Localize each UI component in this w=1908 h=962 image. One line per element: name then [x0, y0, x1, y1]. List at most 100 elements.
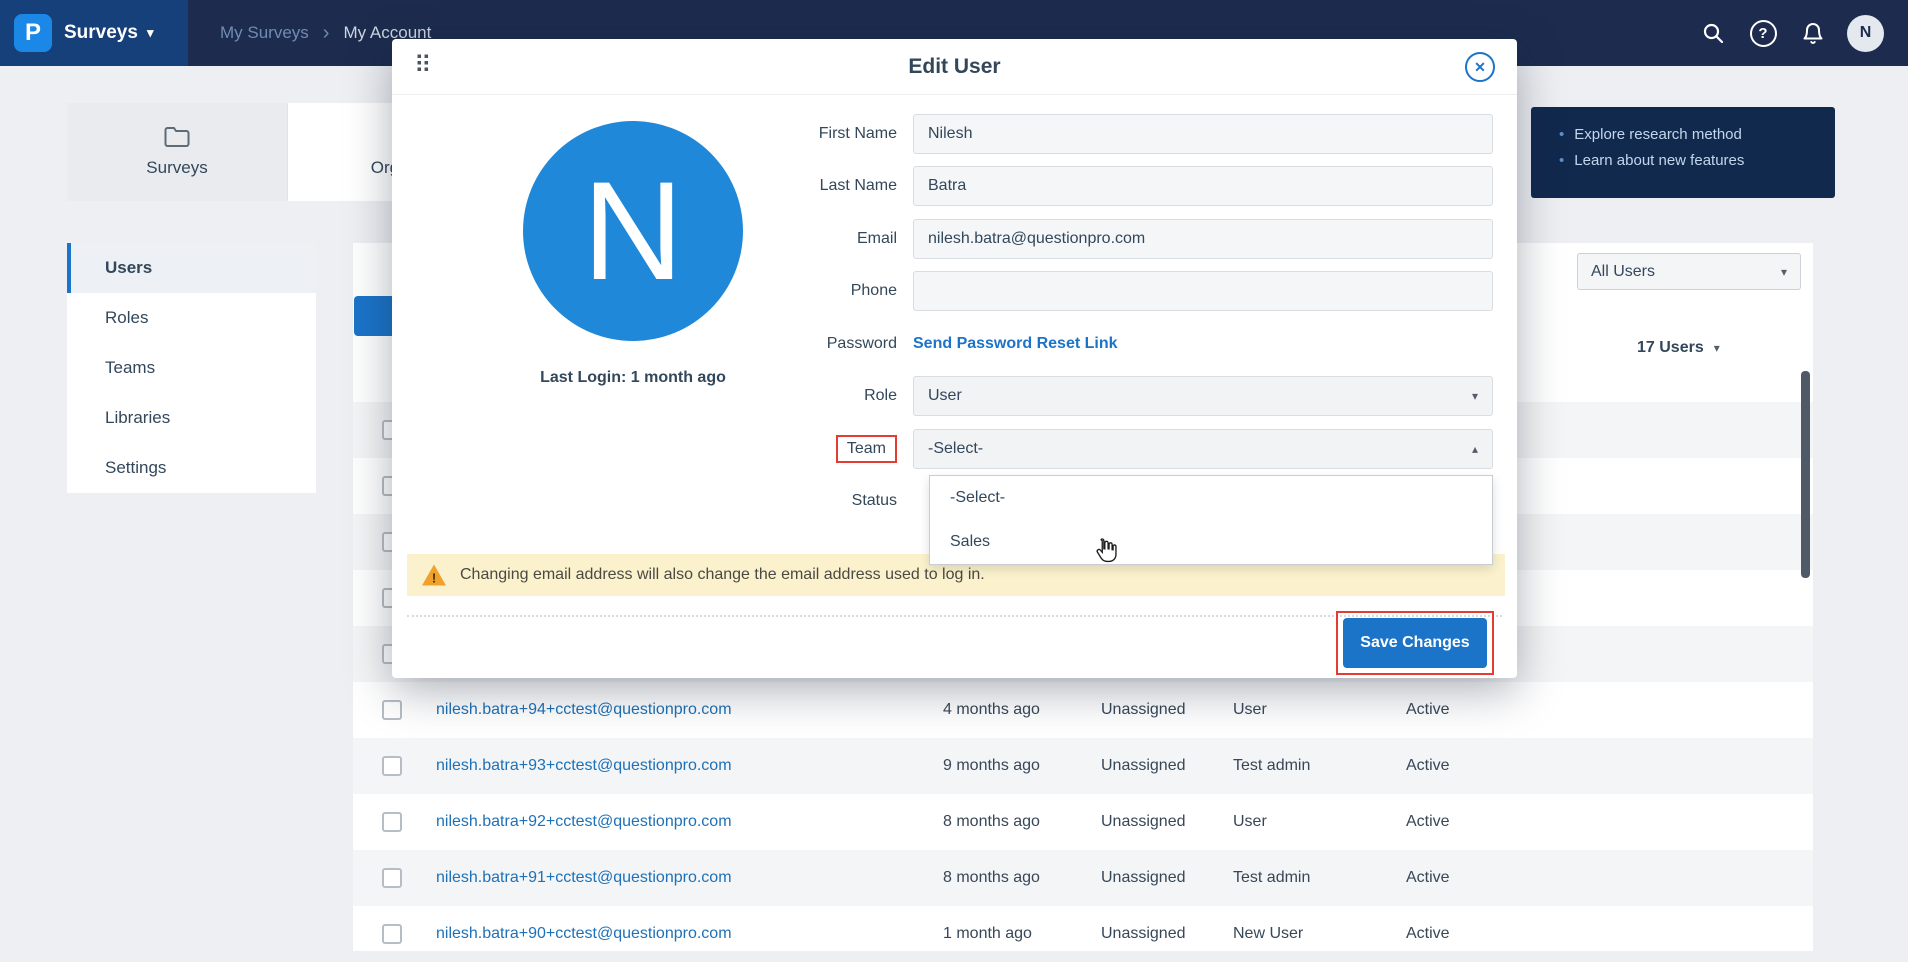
first-name-row: First Name	[742, 114, 1493, 154]
search-button[interactable]	[1697, 17, 1729, 49]
email-row: Email	[742, 219, 1493, 259]
tab-surveys-label: Surveys	[146, 158, 207, 178]
first-name-label: First Name	[742, 125, 913, 143]
row-checkbox[interactable]	[382, 868, 402, 888]
role-row: Role User ▾	[742, 376, 1493, 416]
chevron-down-icon: ▾	[1714, 341, 1720, 355]
sidebar-item-label: Settings	[105, 458, 166, 478]
send-password-reset-link[interactable]: Send Password Reset Link	[913, 335, 1118, 353]
role-select[interactable]: User ▾	[913, 376, 1493, 416]
footer-divider	[407, 615, 1502, 617]
phone-row: Phone	[742, 271, 1493, 311]
team-cell: Unassigned	[1101, 869, 1186, 887]
team-label-annotation: Team	[836, 435, 897, 463]
role-cell: User	[1233, 701, 1267, 719]
table-row: nilesh.batra+90+cctest@questionpro.com 1…	[353, 906, 1813, 962]
status-cell: Active	[1406, 813, 1450, 831]
modal-title: Edit User	[908, 55, 1000, 79]
avatar-letter: N	[1860, 24, 1872, 42]
questionpro-logo: P	[14, 14, 52, 52]
row-checkbox[interactable]	[382, 924, 402, 944]
email-field[interactable]	[913, 219, 1493, 259]
status-label: Status	[742, 492, 913, 510]
breadcrumb-my-surveys[interactable]: My Surveys	[220, 23, 309, 43]
user-email-link[interactable]: nilesh.batra+93+cctest@questionpro.com	[436, 757, 732, 775]
bullet-icon: •	[1559, 152, 1564, 169]
first-name-field[interactable]	[913, 114, 1493, 154]
password-row: Password Send Password Reset Link	[742, 324, 1493, 364]
sidebar-item-libraries[interactable]: Libraries	[67, 393, 316, 443]
warning-text: Changing email address will also change …	[460, 566, 985, 584]
sidebar-item-settings[interactable]: Settings	[67, 443, 316, 493]
role-cell: New User	[1233, 925, 1303, 943]
sidebar-item-roles[interactable]: Roles	[67, 293, 316, 343]
user-email-link[interactable]: nilesh.batra+90+cctest@questionpro.com	[436, 925, 732, 943]
user-email-link[interactable]: nilesh.batra+92+cctest@questionpro.com	[436, 813, 732, 831]
folder-icon	[164, 126, 190, 148]
notifications-button[interactable]	[1797, 17, 1829, 49]
row-checkbox[interactable]	[382, 700, 402, 720]
role-value: User	[928, 387, 962, 405]
last-login-cell: 9 months ago	[943, 757, 1040, 775]
bullet-icon: •	[1559, 126, 1564, 143]
logo-letter: P	[25, 19, 41, 47]
navbar-actions: ? N	[1697, 15, 1908, 52]
promo-text: Learn about new features	[1574, 152, 1744, 169]
team-option-sales[interactable]: Sales	[930, 520, 1492, 564]
user-email-link[interactable]: nilesh.batra+91+cctest@questionpro.com	[436, 869, 732, 887]
last-login-cell: 4 months ago	[943, 701, 1040, 719]
status-cell: Active	[1406, 701, 1450, 719]
promo-text: Explore research method	[1574, 126, 1742, 143]
help-glyph: ?	[1758, 25, 1767, 42]
drag-handle-icon[interactable]: ⠿	[414, 51, 432, 80]
sidebar-item-label: Teams	[105, 358, 155, 378]
last-name-field[interactable]	[913, 166, 1493, 206]
promo-link-research[interactable]: • Explore research method	[1559, 126, 1835, 143]
user-avatar[interactable]: N	[1847, 15, 1884, 52]
table-row: nilesh.batra+93+cctest@questionpro.com 9…	[353, 738, 1813, 794]
settings-sidebar: Users Roles Teams Libraries Settings	[67, 243, 316, 493]
product-menu[interactable]: P Surveys ▾	[0, 0, 188, 66]
users-filter-select[interactable]: All Users ▾	[1577, 253, 1801, 290]
save-changes-button[interactable]: Save Changes	[1343, 618, 1487, 668]
help-button[interactable]: ?	[1747, 17, 1779, 49]
role-cell: Test admin	[1233, 869, 1310, 887]
tab-surveys[interactable]: Surveys	[67, 103, 288, 201]
user-avatar-large: N	[523, 121, 743, 341]
team-select[interactable]: -Select- ▴	[913, 429, 1493, 469]
sidebar-item-label: Users	[105, 258, 152, 278]
status-cell: Active	[1406, 869, 1450, 887]
scrollbar-thumb[interactable]	[1801, 371, 1810, 578]
promo-panel: • Explore research method • Learn about …	[1531, 107, 1835, 198]
users-filter-value: All Users	[1591, 263, 1655, 281]
table-row: nilesh.batra+91+cctest@questionpro.com 8…	[353, 850, 1813, 906]
status-cell: Active	[1406, 757, 1450, 775]
last-login-cell: 1 month ago	[943, 925, 1032, 943]
team-cell: Unassigned	[1101, 925, 1186, 943]
team-option-select[interactable]: -Select-	[930, 476, 1492, 520]
last-name-row: Last Name	[742, 166, 1493, 206]
row-checkbox[interactable]	[382, 812, 402, 832]
user-email-link[interactable]: nilesh.batra+94+cctest@questionpro.com	[436, 701, 732, 719]
search-icon	[1701, 21, 1725, 45]
sidebar-item-teams[interactable]: Teams	[67, 343, 316, 393]
users-count-dropdown[interactable]: 17 Users ▾	[1637, 339, 1720, 357]
password-label: Password	[742, 335, 913, 353]
table-row: nilesh.batra+94+cctest@questionpro.com 4…	[353, 682, 1813, 738]
modal-header: ⠿ Edit User ✕	[392, 39, 1517, 95]
phone-field[interactable]	[913, 271, 1493, 311]
sidebar-item-users[interactable]: Users	[67, 243, 316, 293]
bell-icon	[1801, 21, 1825, 45]
close-button[interactable]: ✕	[1465, 52, 1495, 82]
team-cell: Unassigned	[1101, 813, 1186, 831]
chevron-down-icon: ▾	[1472, 389, 1478, 403]
team-row: Team -Select- ▴	[742, 429, 1493, 469]
row-checkbox[interactable]	[382, 756, 402, 776]
promo-link-features[interactable]: • Learn about new features	[1559, 152, 1835, 169]
last-login-cell: 8 months ago	[943, 869, 1040, 887]
breadcrumb-separator-icon: ›	[323, 22, 330, 45]
team-cell: Unassigned	[1101, 701, 1186, 719]
team-dropdown-menu: -Select- Sales	[929, 475, 1493, 565]
last-login-text: Last Login: 1 month ago	[503, 369, 763, 387]
team-value: -Select-	[928, 440, 983, 458]
